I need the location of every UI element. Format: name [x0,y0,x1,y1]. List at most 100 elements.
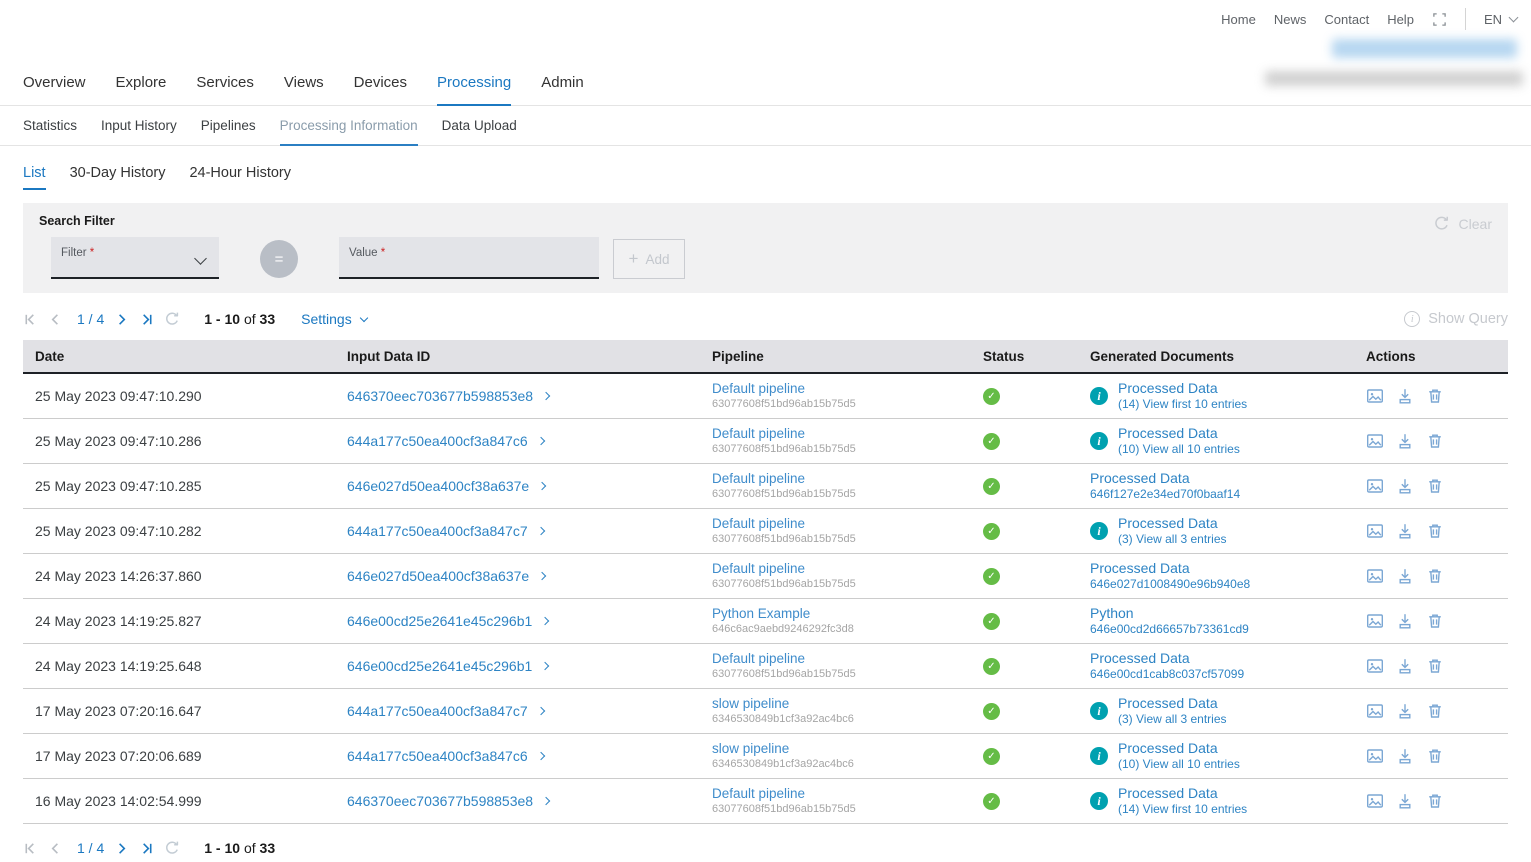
view-image-button[interactable] [1366,387,1384,405]
nav-admin[interactable]: Admin [541,62,584,106]
input-data-id-link[interactable]: 646370eec703677b598853e8 [347,388,533,404]
filter-select[interactable]: Filter * [51,237,219,279]
last-page-button[interactable] [139,841,154,856]
delete-button[interactable] [1426,657,1444,675]
subnav-data-upload[interactable]: Data Upload [442,106,517,146]
generated-document-detail-link[interactable]: (3) View all 3 entries [1118,712,1227,727]
subnav-pipelines[interactable]: Pipelines [201,106,256,146]
generated-document-detail-link[interactable]: (10) View all 10 entries [1118,442,1240,457]
refresh-button[interactable] [164,840,180,856]
generated-document-detail-link[interactable]: (10) View all 10 entries [1118,757,1240,772]
top-link-news[interactable]: News [1274,12,1307,27]
next-page-button[interactable] [114,841,129,856]
input-data-id-link[interactable]: 646e00cd25e2641e45c296b1 [347,658,532,674]
view-image-button[interactable] [1366,612,1384,630]
download-button[interactable] [1396,792,1414,810]
top-link-contact[interactable]: Contact [1324,12,1369,27]
generated-document-detail-link[interactable]: 646e00cd2d66657b73361cd9 [1090,622,1249,637]
view-image-button[interactable] [1366,792,1384,810]
pipeline-link[interactable]: Default pipeline [712,381,971,397]
value-input[interactable]: Value * [339,237,599,279]
nav-devices[interactable]: Devices [354,62,407,106]
pipeline-link[interactable]: slow pipeline [712,696,971,712]
tab-list[interactable]: List [23,165,46,190]
subnav-processing-information[interactable]: Processing Information [280,106,418,146]
generated-document-link[interactable]: Processed Data [1118,695,1227,713]
input-data-id-link[interactable]: 646e00cd25e2641e45c296b1 [347,613,532,629]
generated-document-link[interactable]: Processed Data [1118,425,1240,443]
subnav-statistics[interactable]: Statistics [23,106,77,146]
download-button[interactable] [1396,522,1414,540]
view-image-button[interactable] [1366,657,1384,675]
info-icon[interactable]: i [1090,702,1108,720]
download-button[interactable] [1396,702,1414,720]
nav-views[interactable]: Views [284,62,324,106]
generated-document-detail-link[interactable]: 646e027d1008490e96b940e8 [1090,577,1250,592]
previous-page-button[interactable] [48,841,63,856]
download-button[interactable] [1396,747,1414,765]
input-data-id-link[interactable]: 644a177c50ea400cf3a847c6 [347,748,528,764]
generated-document-link[interactable]: Processed Data [1118,515,1227,533]
pipeline-link[interactable]: Default pipeline [712,471,971,487]
delete-button[interactable] [1426,477,1444,495]
info-icon[interactable]: i [1090,432,1108,450]
delete-button[interactable] [1426,612,1444,630]
view-image-button[interactable] [1366,522,1384,540]
info-icon[interactable]: i [1090,522,1108,540]
next-page-button[interactable] [114,312,129,327]
download-button[interactable] [1396,432,1414,450]
show-query-button[interactable]: i Show Query [1404,311,1508,327]
generated-document-link[interactable]: Processed Data [1118,740,1240,758]
generated-document-link[interactable]: Processed Data [1090,650,1244,668]
generated-document-detail-link[interactable]: (3) View all 3 entries [1118,532,1227,547]
delete-button[interactable] [1426,432,1444,450]
language-selector[interactable]: EN [1484,12,1517,27]
download-button[interactable] [1396,567,1414,585]
info-icon[interactable]: i [1090,387,1108,405]
previous-page-button[interactable] [48,312,63,327]
input-data-id-link[interactable]: 646e027d50ea400cf38a637e [347,478,529,494]
view-image-button[interactable] [1366,702,1384,720]
download-button[interactable] [1396,612,1414,630]
tab-30-day-history[interactable]: 30-Day History [70,165,166,190]
delete-button[interactable] [1426,522,1444,540]
top-link-home[interactable]: Home [1221,12,1256,27]
last-page-button[interactable] [139,312,154,327]
nav-overview[interactable]: Overview [23,62,86,106]
delete-button[interactable] [1426,387,1444,405]
generated-document-link[interactable]: Python [1090,605,1249,623]
add-filter-button[interactable]: + Add [613,239,685,279]
input-data-id-link[interactable]: 646e027d50ea400cf38a637e [347,568,529,584]
generated-document-detail-link[interactable]: (14) View first 10 entries [1118,397,1247,412]
tab-24-hour-history[interactable]: 24-Hour History [189,165,291,190]
view-image-button[interactable] [1366,567,1384,585]
download-button[interactable] [1396,657,1414,675]
pipeline-link[interactable]: Python Example [712,606,971,622]
input-data-id-link[interactable]: 644a177c50ea400cf3a847c7 [347,703,528,719]
pipeline-link[interactable]: Default pipeline [712,651,971,667]
delete-button[interactable] [1426,567,1444,585]
first-page-button[interactable] [23,312,38,327]
subnav-input-history[interactable]: Input History [101,106,177,146]
nav-services[interactable]: Services [196,62,254,106]
info-icon[interactable]: i [1090,747,1108,765]
delete-button[interactable] [1426,702,1444,720]
input-data-id-link[interactable]: 646370eec703677b598853e8 [347,793,533,809]
download-button[interactable] [1396,387,1414,405]
view-image-button[interactable] [1366,477,1384,495]
generated-document-detail-link[interactable]: 646e00cd1cab8c037cf57099 [1090,667,1244,682]
download-button[interactable] [1396,477,1414,495]
generated-document-detail-link[interactable]: 646f127e2e34ed70f0baaf14 [1090,487,1240,502]
pipeline-link[interactable]: Default pipeline [712,426,971,442]
top-link-help[interactable]: Help [1387,12,1414,27]
generated-document-link[interactable]: Processed Data [1118,785,1247,803]
pipeline-link[interactable]: Default pipeline [712,561,971,577]
view-image-button[interactable] [1366,747,1384,765]
pipeline-link[interactable]: Default pipeline [712,516,971,532]
nav-explore[interactable]: Explore [116,62,167,106]
generated-document-link[interactable]: Processed Data [1090,560,1250,578]
generated-document-detail-link[interactable]: (14) View first 10 entries [1118,802,1247,817]
view-image-button[interactable] [1366,432,1384,450]
info-icon[interactable]: i [1090,792,1108,810]
pipeline-link[interactable]: Default pipeline [712,786,971,802]
